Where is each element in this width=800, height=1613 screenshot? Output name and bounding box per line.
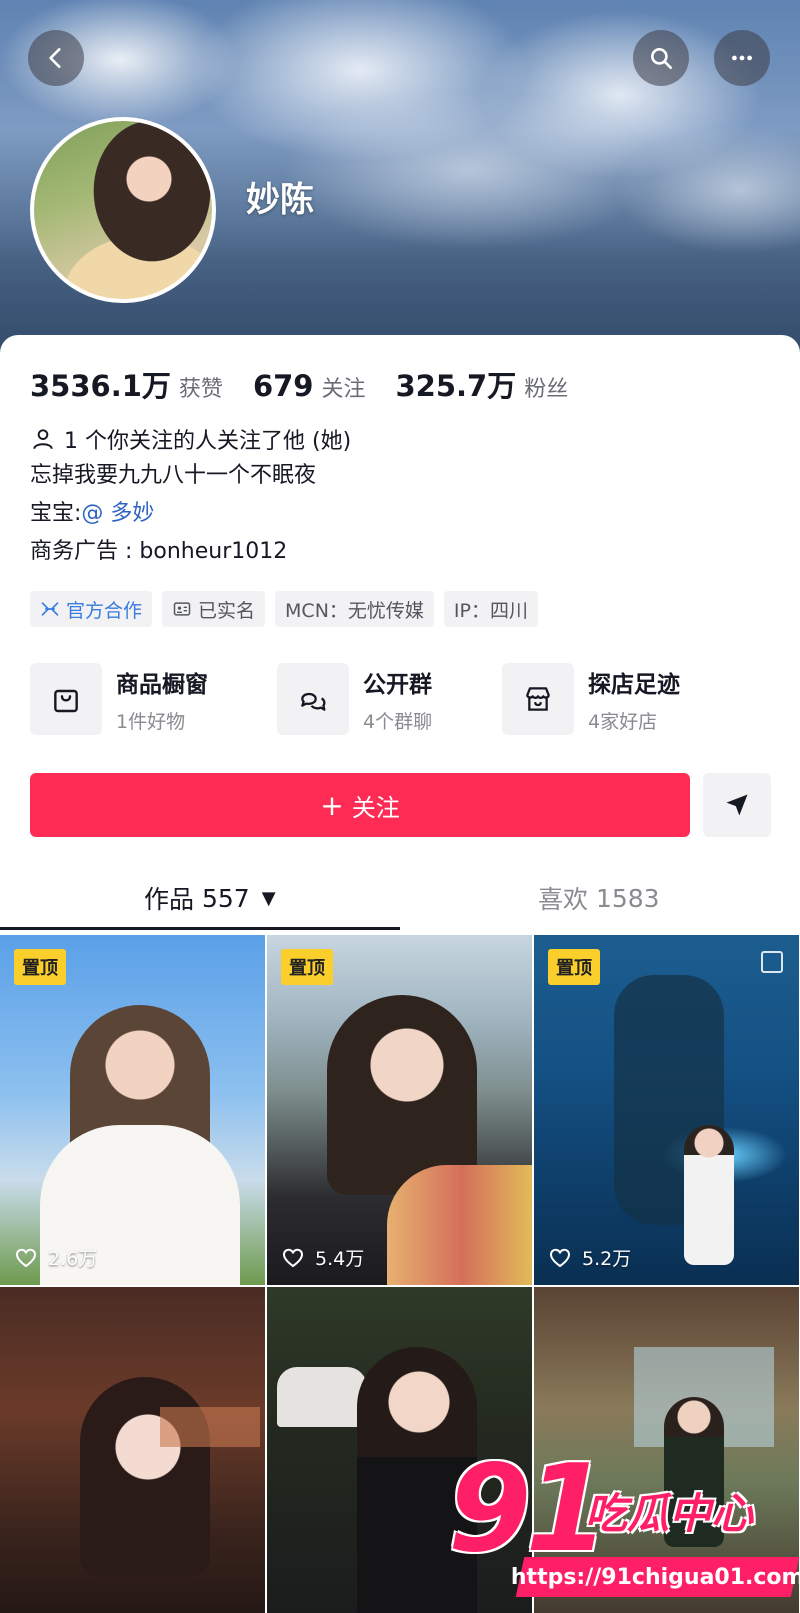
chat-icon-box <box>277 663 349 735</box>
tag-ip: IP：四川 <box>443 591 538 627</box>
back-arrow-icon <box>49 48 61 68</box>
shortcut-shop-title: 商品橱窗 <box>116 671 208 698</box>
id-card-icon <box>173 602 191 616</box>
shortcut-store-sub: 4家好店 <box>588 710 658 733</box>
tab-liked[interactable]: 喜欢 1583 <box>538 880 660 916</box>
video-tile[interactable] <box>0 1287 265 1613</box>
tag-verified-label: 已实名 <box>198 599 256 622</box>
shortcut-group-title: 公开群 <box>363 671 432 698</box>
bio-line-3: 商务广告 : bonheur1012 <box>30 539 288 564</box>
video-thumbnail-lights <box>160 1407 260 1447</box>
tab-liked-count: 1583 <box>595 883 660 913</box>
tag-row: 官方合作 已实名 MCN：无忧传媒 IP：四川 <box>30 591 548 627</box>
heart-icon <box>549 1248 571 1267</box>
shortcut-store-text: 探店足迹 4家好店 <box>588 665 680 734</box>
shortcut-shop-text: 商品橱窗 1件好物 <box>116 665 208 734</box>
tab-works[interactable]: 作品 557 ▼ <box>144 880 276 916</box>
heart-icon <box>15 1248 37 1267</box>
video-tile[interactable]: 置顶 2.6万 <box>0 935 265 1285</box>
pinned-badge: 置顶 <box>14 949 66 985</box>
stat-followers[interactable]: 325.7万 粉丝 <box>396 363 569 405</box>
video-likes: 5.2万 <box>548 1244 631 1271</box>
tab-works-label: 作品 <box>144 885 195 914</box>
tag-mcn[interactable]: MCN：无忧传媒 <box>275 591 434 627</box>
stat-following-value: 679 <box>252 369 314 403</box>
video-likes-count: 2.6万 <box>48 1248 98 1270</box>
video-likes: 5.4万 <box>281 1244 364 1271</box>
tab-liked-label: 喜欢 <box>538 885 589 914</box>
watermark-url-banner: https://91chigua01.com <box>511 1557 800 1597</box>
shortcut-public-group[interactable]: 公开群 4个群聊 <box>277 663 432 735</box>
tag-verified[interactable]: 已实名 <box>162 591 266 627</box>
video-tile[interactable]: 置顶 5.2万 <box>534 935 799 1285</box>
video-thumbnail-person <box>684 1125 734 1265</box>
video-thumbnail-car <box>277 1367 367 1427</box>
stat-followers-value: 325.7万 <box>395 369 517 403</box>
stat-following-label: 关注 <box>321 377 366 402</box>
heart-icon <box>282 1248 304 1267</box>
shopping-bag-icon <box>54 689 78 713</box>
bio-line-2: 宝宝:@ 多妙 <box>30 495 154 527</box>
watermark-url: https://91chigua01.com <box>510 1564 800 1590</box>
avatar[interactable] <box>30 117 216 303</box>
tag-official-label: 官方合作 <box>66 599 143 622</box>
shortcut-store-title: 探店足迹 <box>588 671 680 698</box>
tag-mcn-label: MCN：无忧传媒 <box>285 599 424 622</box>
send-icon <box>726 794 748 816</box>
tab-active-indicator <box>0 927 400 930</box>
more-dots-icon <box>732 55 752 61</box>
video-likes-count: 5.2万 <box>582 1248 632 1270</box>
video-tile[interactable]: 置顶 5.4万 <box>267 935 532 1285</box>
follow-label: 关注 <box>351 793 400 822</box>
pinned-badge: 置顶 <box>281 949 333 985</box>
pinned-badge: 置顶 <box>548 949 600 985</box>
shortcut-shop-window[interactable]: 商品橱窗 1件好物 <box>30 663 208 735</box>
stat-following[interactable]: 679 关注 <box>253 369 366 403</box>
back-button[interactable] <box>28 30 84 86</box>
video-likes: 2.6万 <box>14 1244 97 1271</box>
mutual-follow-text: 1 个你关注的人关注了他 (她) <box>64 429 352 454</box>
store-icon <box>526 687 550 711</box>
chat-bubbles-icon <box>301 692 326 711</box>
search-button[interactable] <box>633 30 689 86</box>
shortcut-store-visits[interactable]: 探店足迹 4家好店 <box>502 663 680 735</box>
search-icon <box>651 48 673 70</box>
more-button[interactable] <box>714 30 770 86</box>
stat-likes-label: 获赞 <box>178 377 223 402</box>
stat-followers-label: 粉丝 <box>524 377 569 402</box>
tab-works-count: 557 <box>201 883 250 913</box>
store-icon-box <box>502 663 574 735</box>
tag-official-partner[interactable]: 官方合作 <box>30 591 153 627</box>
profile-nickname: 妙陈 <box>246 180 314 220</box>
caret-down-icon: ▼ <box>261 887 276 909</box>
person-icon <box>33 429 53 450</box>
shortcut-group-sub: 4个群聊 <box>363 710 433 733</box>
mutual-follow-row[interactable]: 1 个你关注的人关注了他 (她) <box>30 423 351 455</box>
stat-likes[interactable]: 3536.1万 获赞 <box>30 363 223 405</box>
video-thumbnail-body <box>387 1165 532 1285</box>
plus-icon: + <box>320 788 344 822</box>
bio-prefix: 宝宝: <box>30 501 82 526</box>
shopping-bag-icon-box <box>30 663 102 735</box>
follow-button[interactable]: + 关注 <box>30 773 690 837</box>
tag-ip-label: IP：四川 <box>453 599 528 622</box>
shortcut-shop-sub: 1件好物 <box>116 710 186 733</box>
bio-line-1: 忘掉我要九九八十一个不眠夜 <box>30 463 317 488</box>
stats-row: 3536.1万 获赞 679 关注 325.7万 粉丝 <box>30 363 598 405</box>
watermark-logo-text: 吃瓜中心 <box>585 1489 754 1538</box>
handshake-icon <box>41 602 59 616</box>
share-button[interactable] <box>703 773 771 837</box>
multi-image-icon <box>761 951 783 973</box>
video-likes-count: 5.4万 <box>315 1248 365 1270</box>
stat-likes-value: 3536.1万 <box>30 369 171 403</box>
shortcut-group-text: 公开群 4个群聊 <box>363 665 432 734</box>
profile-info-panel: 3536.1万 获赞 679 关注 325.7万 粉丝 1 个你关注的人关注了他… <box>0 335 800 935</box>
bio-mention-link[interactable]: @ 多妙 <box>81 501 154 526</box>
